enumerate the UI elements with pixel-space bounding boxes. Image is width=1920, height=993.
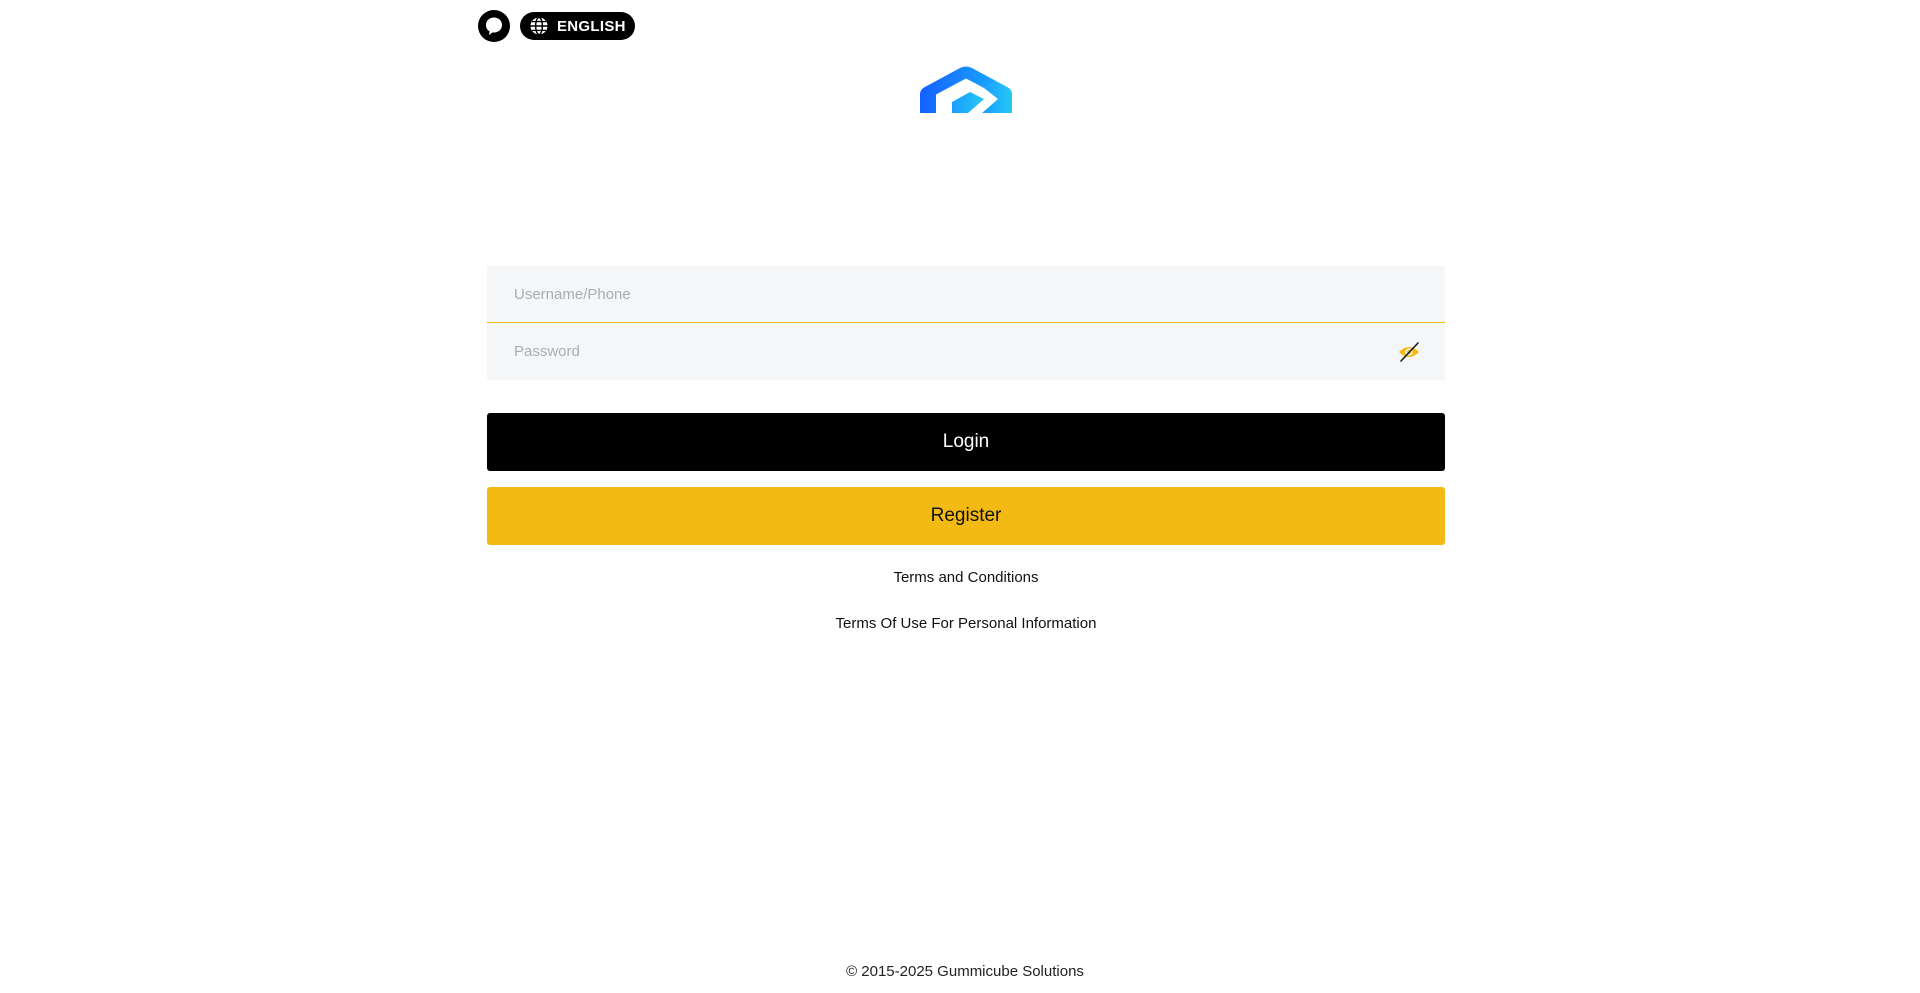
support-button[interactable] bbox=[478, 10, 510, 42]
language-label: ENGLISH bbox=[557, 17, 626, 35]
username-input[interactable] bbox=[487, 266, 1445, 322]
login-page: ENGLISH Username/Phone Login Register Te… bbox=[0, 0, 1920, 993]
language-selector[interactable]: ENGLISH bbox=[520, 12, 635, 40]
copyright-footer: © 2015-2025 Gummicube Solutions bbox=[846, 963, 1084, 980]
login-button[interactable]: Login bbox=[487, 413, 1445, 471]
register-button[interactable]: Register bbox=[487, 487, 1445, 545]
top-bar: ENGLISH bbox=[478, 10, 635, 42]
login-form: Login Register Terms and Conditions Term… bbox=[487, 266, 1445, 633]
headset-chat-icon bbox=[486, 17, 502, 35]
privacy-terms-link[interactable]: Terms Of Use For Personal Information bbox=[487, 615, 1445, 633]
brand-logo-icon bbox=[920, 66, 1012, 113]
username-field-wrapper bbox=[487, 266, 1445, 323]
legal-links: Terms and Conditions Terms Of Use For Pe… bbox=[487, 569, 1445, 633]
globe-icon bbox=[530, 16, 548, 36]
password-input[interactable] bbox=[487, 323, 1445, 380]
brand-logo bbox=[920, 66, 1012, 114]
terms-link[interactable]: Terms and Conditions bbox=[487, 569, 1445, 587]
eye-off-icon[interactable] bbox=[1397, 340, 1421, 364]
password-field-wrapper bbox=[487, 323, 1445, 380]
